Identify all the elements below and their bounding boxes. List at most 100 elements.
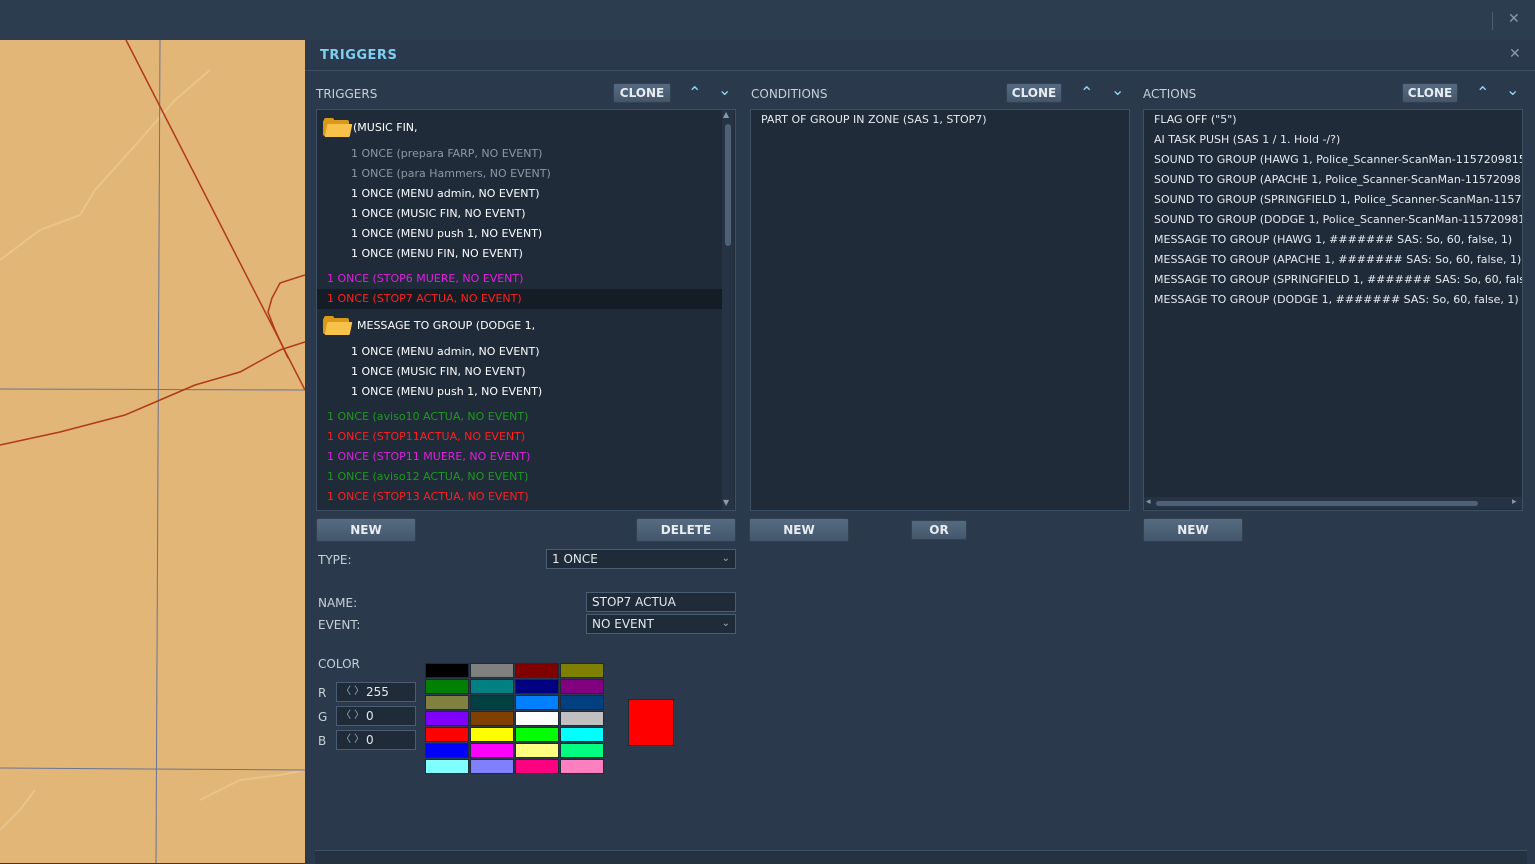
map-view[interactable]	[0, 40, 305, 863]
color-swatch[interactable]	[560, 679, 604, 694]
condition-item[interactable]: PART OF GROUP IN ZONE (SAS 1, STOP7)	[761, 110, 987, 130]
conditions-list[interactable]: PART OF GROUP IN ZONE (SAS 1, STOP7)	[750, 109, 1130, 511]
action-item[interactable]: AI TASK PUSH (SAS 1 / 1. Hold -/?)	[1154, 130, 1340, 150]
actions-h-scrollbar[interactable]: ◂ ▸	[1144, 497, 1522, 509]
color-preview	[628, 699, 674, 746]
color-swatch[interactable]	[470, 663, 514, 678]
actions-list[interactable]: MESSAGE TO GROUP (DODGE 1, ####### SAS: …	[1143, 109, 1523, 511]
action-item[interactable]: MESSAGE TO GROUP (APACHE 1, ####### SAS:…	[1154, 250, 1521, 270]
action-item[interactable]: SOUND TO GROUP (SPRINGFIELD 1, Police_Sc…	[1154, 190, 1522, 210]
scroll-left-icon[interactable]: ◂	[1146, 497, 1151, 507]
actions-move-down-icon[interactable]: ⌄	[1506, 82, 1519, 98]
color-swatch[interactable]	[560, 695, 604, 710]
color-swatch[interactable]	[560, 711, 604, 726]
chevron-down-icon: ⌄	[721, 553, 730, 564]
color-swatch[interactable]	[470, 679, 514, 694]
triggers-panel: TRIGGERS ✕ TRIGGERS CLONE ⌃ ⌄ 1 ONCE (ST…	[305, 40, 1535, 864]
color-swatch[interactable]	[425, 711, 469, 726]
color-swatch[interactable]	[515, 663, 559, 678]
actions-move-up-icon[interactable]: ⌃	[1476, 85, 1489, 101]
triggers-scrollbar[interactable]: ▲ ▼	[722, 110, 734, 510]
actions-clone-button[interactable]: CLONE	[1402, 83, 1458, 103]
triggers-clone-button[interactable]: CLONE	[613, 83, 671, 103]
trigger-item[interactable]: 1 ONCE (MENU push 1, NO EVENT)	[317, 224, 722, 244]
color-swatch[interactable]	[425, 663, 469, 678]
conditions-clone-button[interactable]: CLONE	[1006, 83, 1062, 103]
trigger-item[interactable]: 1 ONCE (STOP7 ACTUA, NO EVENT)	[317, 289, 722, 309]
color-swatch[interactable]	[425, 727, 469, 742]
type-select[interactable]: 1 ONCE ⌄	[546, 549, 736, 569]
triggers-move-down-icon[interactable]: ⌄	[718, 82, 731, 98]
conditions-move-up-icon[interactable]: ⌃	[1080, 85, 1093, 101]
color-swatch[interactable]	[425, 695, 469, 710]
color-swatch[interactable]	[425, 743, 469, 758]
action-item[interactable]: SOUND TO GROUP (DODGE 1, Police_Scanner-…	[1154, 210, 1522, 230]
color-swatch[interactable]	[470, 759, 514, 774]
trigger-item[interactable]: 1 ONCE (aviso10 ACTUA, NO EVENT)	[317, 407, 722, 427]
stepper-arrows-icon[interactable]: 〈 〉	[341, 731, 364, 749]
trigger-item[interactable]: 1 ONCE (STOP6 MUERE, NO EVENT)	[317, 269, 722, 289]
trigger-item[interactable]: 1 ONCE (MENU push 1, NO EVENT)	[317, 382, 722, 402]
actions-scroll-thumb[interactable]	[1156, 501, 1478, 506]
color-swatch[interactable]	[515, 743, 559, 758]
action-item[interactable]: MESSAGE TO GROUP (DODGE 1, ####### SAS: …	[1154, 290, 1519, 310]
window-bar-divider	[1492, 12, 1493, 30]
event-select[interactable]: NO EVENT ⌄	[586, 614, 736, 634]
color-swatch[interactable]	[560, 743, 604, 758]
scroll-right-icon[interactable]: ▸	[1512, 497, 1517, 507]
color-swatch[interactable]	[470, 695, 514, 710]
triggers-new-button[interactable]: NEW	[316, 518, 416, 542]
stepper-arrows-icon[interactable]: 〈 〉	[341, 683, 364, 701]
color-swatch[interactable]	[425, 759, 469, 774]
color-swatch[interactable]	[515, 711, 559, 726]
triggers-scroll-thumb[interactable]	[725, 124, 731, 246]
scroll-down-icon[interactable]: ▼	[723, 498, 729, 507]
action-item[interactable]: MESSAGE TO GROUP (SPRINGFIELD 1, #######…	[1154, 270, 1522, 290]
conditions-new-button[interactable]: NEW	[749, 518, 849, 542]
trigger-item[interactable]: 1 ONCE (MENU admin, NO EVENT)	[317, 184, 722, 204]
color-swatch[interactable]	[515, 695, 559, 710]
color-swatch[interactable]	[560, 727, 604, 742]
stepper-arrows-icon[interactable]: 〈 〉	[341, 707, 364, 725]
trigger-item[interactable]: 1 ONCE (MENU admin, NO EVENT)	[317, 342, 722, 362]
b-label: B	[318, 734, 327, 748]
actions-new-button[interactable]: NEW	[1143, 518, 1243, 542]
triggers-move-up-icon[interactable]: ⌃	[688, 85, 701, 101]
color-swatch[interactable]	[470, 743, 514, 758]
trigger-item[interactable]: 1 ONCE (aviso12 ACTUA, NO EVENT)	[317, 467, 722, 487]
trigger-folder[interactable]: MESSAGE TO GROUP (DODGE 1,	[317, 316, 722, 336]
color-swatch[interactable]	[515, 727, 559, 742]
b-stepper[interactable]: 〈 〉 0	[336, 730, 416, 750]
action-item[interactable]: SOUND TO GROUP (HAWG 1, Police_Scanner-S…	[1154, 150, 1522, 170]
trigger-item[interactable]: 1 ONCE (MUSIC FIN, NO EVENT)	[317, 362, 722, 382]
scroll-up-icon[interactable]: ▲	[723, 110, 729, 119]
color-swatch[interactable]	[560, 759, 604, 774]
name-field[interactable]: STOP7 ACTUA	[586, 592, 736, 612]
trigger-item[interactable]: 1 ONCE (MUSIC FIN, NO EVENT)	[317, 204, 722, 224]
trigger-item[interactable]: 1 ONCE (STOP11ACTUA, NO EVENT)	[317, 427, 722, 447]
action-item[interactable]: FLAG OFF ("5")	[1154, 110, 1237, 130]
triggers-delete-button[interactable]: DELETE	[636, 518, 736, 542]
trigger-item[interactable]: 1 ONCE (MENU FIN, NO EVENT)	[317, 244, 722, 264]
conditions-or-button[interactable]: OR	[911, 520, 967, 540]
r-stepper[interactable]: 〈 〉 255	[336, 682, 416, 702]
panel-title: TRIGGERS	[320, 48, 398, 63]
action-item[interactable]: MESSAGE TO GROUP (HAWG 1, ####### SAS: S…	[1154, 230, 1512, 250]
color-swatch[interactable]	[515, 679, 559, 694]
trigger-folder[interactable]: (MUSIC FIN,	[317, 118, 722, 138]
close-panel-icon[interactable]: ✕	[1509, 46, 1521, 62]
color-swatch[interactable]	[560, 663, 604, 678]
trigger-item[interactable]: 1 ONCE (STOP13 ACTUA, NO EVENT)	[317, 487, 722, 507]
color-swatch[interactable]	[425, 679, 469, 694]
trigger-item[interactable]: 1 ONCE (para Hammers, NO EVENT)	[317, 164, 722, 184]
close-window-icon[interactable]: ✕	[1508, 11, 1520, 27]
trigger-item[interactable]: 1 ONCE (STOP11 MUERE, NO EVENT)	[317, 447, 722, 467]
g-stepper[interactable]: 〈 〉 0	[336, 706, 416, 726]
color-swatch[interactable]	[470, 727, 514, 742]
trigger-item[interactable]: 1 ONCE (prepara FARP, NO EVENT)	[317, 144, 722, 164]
color-swatch[interactable]	[470, 711, 514, 726]
action-item[interactable]: SOUND TO GROUP (APACHE 1, Police_Scanner…	[1154, 170, 1522, 190]
conditions-move-down-icon[interactable]: ⌄	[1111, 82, 1124, 98]
triggers-list[interactable]: 1 ONCE (STOP13 ACTUA, NO EVENT) 1 ONCE (a…	[316, 109, 736, 511]
color-swatch[interactable]	[515, 759, 559, 774]
